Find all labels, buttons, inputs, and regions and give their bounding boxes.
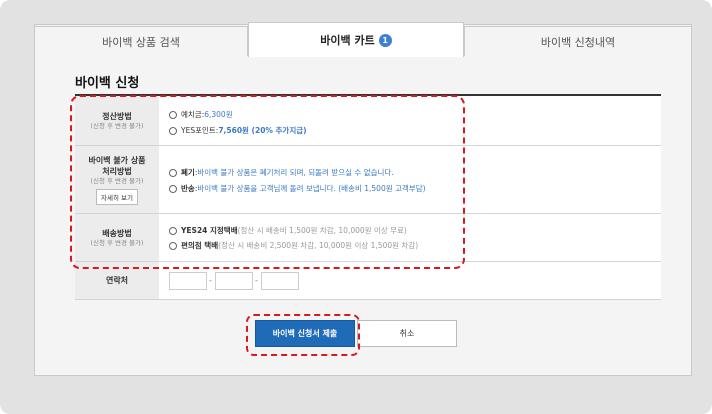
phone-field-1[interactable] [169,272,207,290]
phone-field-2[interactable] [215,272,253,290]
tab-bar: 바이백 상품 검색 바이백 카트 1 바이백 신청내역 [34,22,692,57]
phone-separator: - [209,276,212,285]
tab-label: 바이백 신청내역 [540,35,616,49]
cancel-button[interactable]: 취소 [357,320,457,347]
tab-label: 바이백 카트 [320,34,375,47]
tab-buyback-history[interactable]: 바이백 신청내역 [464,26,692,56]
contact-label: 연락처 [105,276,129,285]
form-highlight-outline [70,95,465,269]
tab-buyback-search[interactable]: 바이백 상품 검색 [34,26,248,56]
cart-count-badge: 1 [378,33,392,47]
phone-field-3[interactable] [261,272,299,290]
tab-label: 바이백 상품 검색 [102,35,180,49]
submit-highlight-outline [246,314,360,356]
phone-separator: - [255,276,258,285]
page-title: 바이백 신청 [75,76,140,91]
tab-buyback-cart[interactable]: 바이백 카트 1 [248,22,464,57]
